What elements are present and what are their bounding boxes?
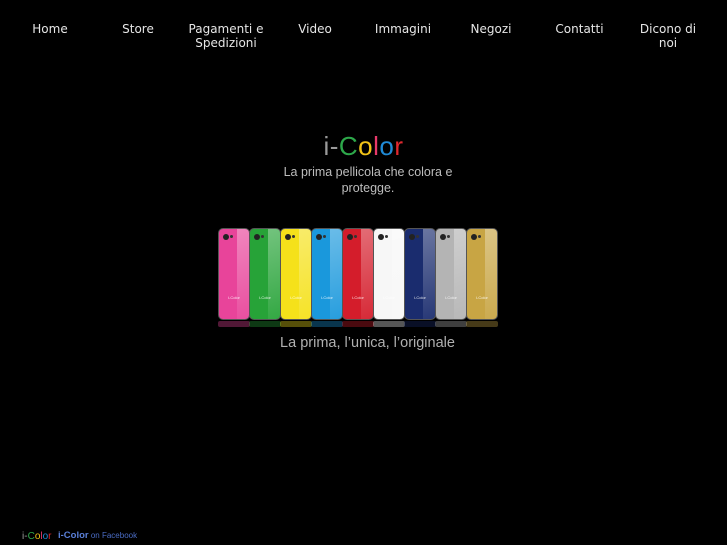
footer-logo-letter: C [27, 531, 35, 542]
camera-icon [378, 234, 384, 240]
footer-brand-logo: i-Color [22, 531, 52, 543]
phone-shine [423, 229, 435, 319]
phone-case: i-Color [373, 228, 405, 320]
phone-shine [454, 229, 466, 319]
flash-icon [261, 235, 264, 238]
phone-logo: i-Color [414, 295, 426, 300]
nav-dicono-di-noi[interactable]: Dicono di noi [630, 22, 706, 50]
phone-logo: i-Color [476, 295, 488, 300]
phone-reflection [373, 321, 405, 327]
phone-logo: i-Color [352, 295, 364, 300]
flash-icon [230, 235, 233, 238]
flash-icon [416, 235, 419, 238]
nav-contatti[interactable]: Contatti [547, 22, 612, 36]
phone-shine [299, 229, 311, 319]
nav-pagamenti-spedizioni[interactable]: Pagamenti e Spedizioni [186, 22, 266, 50]
phone-reflection [280, 321, 312, 327]
phone-shine [268, 229, 280, 319]
brand-logo-letter: r [394, 131, 404, 161]
flash-icon [354, 235, 357, 238]
phone-reflection [249, 321, 281, 327]
brand-logo-letter: o [358, 131, 374, 161]
camera-icon [440, 234, 446, 240]
facebook-link[interactable]: i-Color on Facebook [58, 530, 137, 542]
phone-shine [485, 229, 497, 319]
flash-icon [478, 235, 481, 238]
nav-store[interactable]: Store [108, 22, 168, 36]
phone-lineup-image: i-Color i-Color i-Color i-Color i-Color i-Col… [218, 228, 518, 332]
flash-icon [385, 235, 388, 238]
brand-logo-letter: - [329, 131, 339, 161]
phone-logo: i-Color [383, 295, 395, 300]
phone-shine [392, 229, 404, 319]
brand-logo-letter: C [338, 131, 359, 161]
camera-icon [409, 234, 415, 240]
flash-icon [323, 235, 326, 238]
facebook-link-brand: i-Color [58, 530, 89, 541]
facebook-link-text: on Facebook [90, 531, 138, 540]
phone-reflection [404, 321, 436, 327]
camera-icon [471, 234, 477, 240]
phone-shine [330, 229, 342, 319]
main-nav: Home Store Pagamenti e Spedizioni Video … [0, 22, 727, 56]
phone-case: i-Color [249, 228, 281, 320]
nav-video[interactable]: Video [285, 22, 345, 36]
hero-slogan: La prima, l’unica, l’originale [280, 335, 455, 351]
phone-case: i-Color [280, 228, 312, 320]
phone-reflection [435, 321, 467, 327]
nav-home[interactable]: Home [20, 22, 80, 36]
phone-reflection [466, 321, 498, 327]
nav-negozi[interactable]: Negozi [461, 22, 521, 36]
camera-icon [316, 234, 322, 240]
camera-icon [254, 234, 260, 240]
phone-shine [361, 229, 373, 319]
phone-case: i-Color [466, 228, 498, 320]
phone-reflection [218, 321, 250, 327]
phone-shine [237, 229, 249, 319]
phone-logo: i-Color [259, 295, 271, 300]
camera-icon [223, 234, 229, 240]
phone-case: i-Color [342, 228, 374, 320]
phone-logo: i-Color [321, 295, 333, 300]
page: Home Store Pagamenti e Spedizioni Video … [0, 0, 727, 545]
footer-logo-letter: r [48, 531, 52, 542]
phone-reflection [311, 321, 343, 327]
phone-case: i-Color [218, 228, 250, 320]
phone-case: i-Color [311, 228, 343, 320]
brand-logo-letter: o [379, 131, 395, 161]
flash-icon [292, 235, 295, 238]
camera-icon [285, 234, 291, 240]
flash-icon [447, 235, 450, 238]
phone-logo: i-Color [290, 295, 302, 300]
nav-immagini[interactable]: Immagini [368, 22, 438, 36]
phone-case: i-Color [435, 228, 467, 320]
hero-tagline: La prima pellicola che colora e protegge… [283, 165, 453, 195]
phone-case: i-Color [404, 228, 436, 320]
phone-logo: i-Color [228, 295, 240, 300]
phone-reflection [342, 321, 374, 327]
camera-icon [347, 234, 353, 240]
phone-logo: i-Color [445, 295, 457, 300]
brand-logo: i-Color [0, 130, 727, 162]
